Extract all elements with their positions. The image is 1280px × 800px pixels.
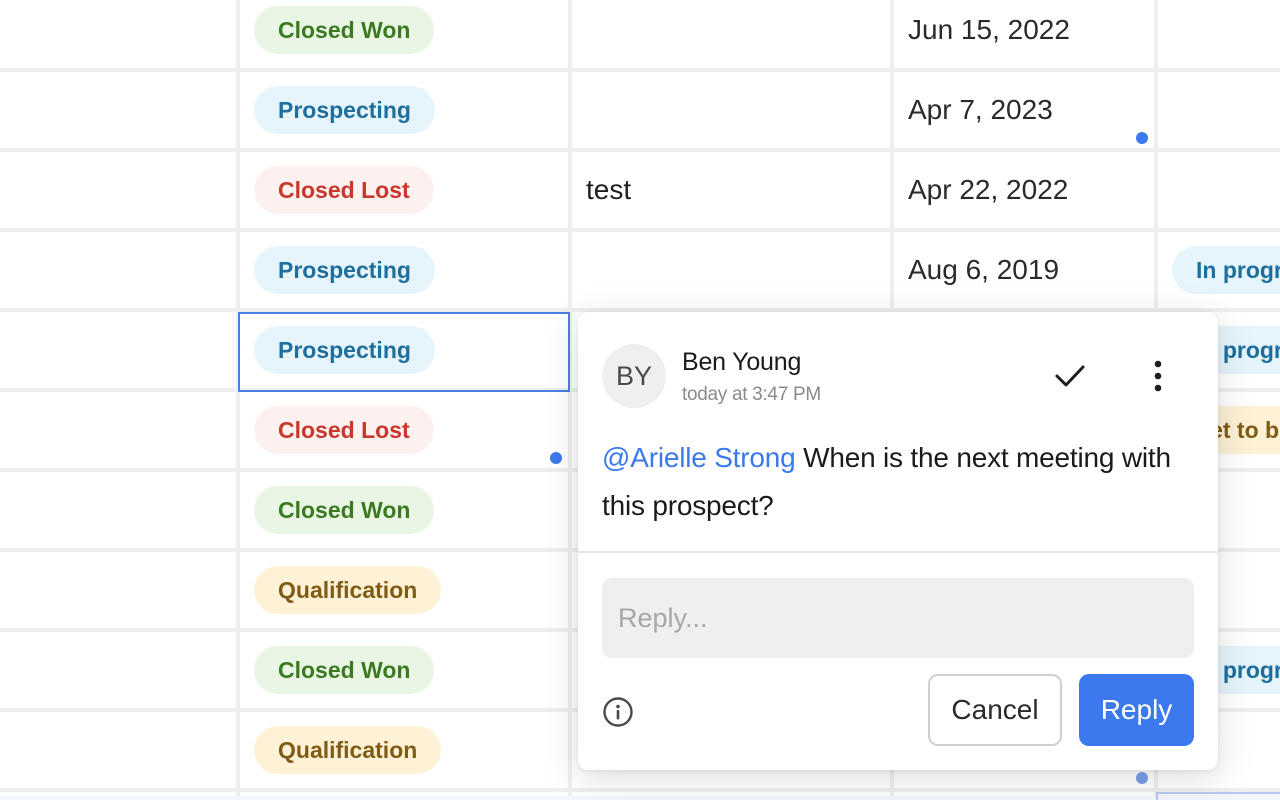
divider bbox=[578, 551, 1218, 553]
more-vertical-icon bbox=[1154, 360, 1162, 392]
table-row-partial bbox=[0, 796, 1280, 800]
info-button[interactable] bbox=[602, 696, 634, 728]
name-cell[interactable] bbox=[0, 0, 236, 68]
cancel-button[interactable]: Cancel bbox=[928, 674, 1062, 746]
notes-cell[interactable] bbox=[572, 72, 890, 148]
date-cell[interactable]: Apr 22, 2022 bbox=[894, 152, 1154, 228]
comment-popover: BY Ben Young today at 3:47 PM @Arielle S… bbox=[578, 312, 1218, 770]
check-icon bbox=[1055, 365, 1085, 387]
stage-badge: Closed Won bbox=[254, 6, 435, 54]
stage-cell[interactable]: Prospecting bbox=[240, 72, 568, 148]
comment-indicator-dot[interactable] bbox=[1136, 132, 1148, 144]
info-icon bbox=[603, 697, 633, 727]
stage-cell[interactable]: Qualification bbox=[240, 552, 568, 628]
name-cell[interactable] bbox=[0, 152, 236, 228]
table-row: Prospecting Apr 7, 2023 bbox=[0, 72, 1280, 152]
stage-cell[interactable]: Qualification bbox=[240, 712, 568, 788]
status-cell[interactable] bbox=[1158, 72, 1280, 148]
selected-cell-partial bbox=[1156, 792, 1280, 800]
avatar: BY bbox=[602, 344, 666, 408]
name-cell[interactable] bbox=[0, 552, 236, 628]
stage-badge: Closed Won bbox=[254, 486, 435, 534]
name-cell[interactable] bbox=[0, 392, 236, 468]
stage-cell[interactable]: Closed Lost bbox=[240, 152, 568, 228]
mention-link[interactable]: @Arielle Strong bbox=[602, 442, 796, 473]
stage-badge: Closed Lost bbox=[254, 166, 434, 214]
resolve-button[interactable] bbox=[1050, 356, 1090, 396]
stage-badge: Prospecting bbox=[254, 86, 435, 134]
stage-badge: Qualification bbox=[254, 726, 442, 774]
stage-badge: Prospecting bbox=[254, 326, 435, 374]
date-cell[interactable]: Aug 6, 2019 bbox=[894, 232, 1154, 308]
stage-badge: Closed Lost bbox=[254, 406, 434, 454]
name-cell[interactable] bbox=[0, 312, 236, 388]
name-cell[interactable] bbox=[0, 632, 236, 708]
notes-cell[interactable]: test bbox=[572, 152, 890, 228]
column-divider bbox=[568, 0, 572, 800]
date-cell[interactable]: Jun 15, 2022 bbox=[894, 0, 1154, 68]
stage-cell[interactable]: Closed Won bbox=[240, 632, 568, 708]
status-cell[interactable] bbox=[1158, 0, 1280, 68]
date-cell[interactable]: Apr 7, 2023 bbox=[894, 72, 1154, 148]
comment-indicator-dot[interactable] bbox=[550, 452, 562, 464]
stage-badge: Qualification bbox=[254, 566, 442, 614]
comment-indicator-dot[interactable] bbox=[1136, 772, 1148, 784]
stage-cell[interactable]: Closed Won bbox=[240, 0, 568, 68]
stage-cell[interactable]: Closed Won bbox=[240, 472, 568, 548]
reply-button[interactable]: Reply bbox=[1079, 674, 1194, 746]
name-cell[interactable] bbox=[0, 712, 236, 788]
name-cell[interactable] bbox=[0, 72, 236, 148]
stage-cell[interactable]: Closed Lost bbox=[240, 392, 568, 468]
name-cell[interactable] bbox=[0, 472, 236, 548]
name-cell[interactable] bbox=[0, 232, 236, 308]
notes-cell[interactable] bbox=[572, 232, 890, 308]
status-badge: In progress bbox=[1172, 246, 1280, 294]
stage-cell[interactable]: Prospecting bbox=[240, 312, 568, 388]
stage-badge: Prospecting bbox=[254, 246, 435, 294]
table-row: Closed Won Jun 15, 2022 bbox=[0, 0, 1280, 72]
stage-cell[interactable]: Prospecting bbox=[240, 232, 568, 308]
table-row: Prospecting Aug 6, 2019 In progress bbox=[0, 232, 1280, 312]
comment-author: Ben Young bbox=[682, 348, 802, 376]
column-divider bbox=[236, 0, 240, 800]
table-row: Closed Lost test Apr 22, 2022 bbox=[0, 152, 1280, 232]
more-options-button[interactable] bbox=[1142, 356, 1174, 396]
status-cell[interactable]: In progress bbox=[1158, 232, 1280, 308]
status-cell[interactable] bbox=[1158, 152, 1280, 228]
stage-badge: Closed Won bbox=[254, 646, 435, 694]
notes-cell[interactable] bbox=[572, 0, 890, 68]
reply-input[interactable] bbox=[602, 578, 1194, 658]
comment-timestamp: today at 3:47 PM bbox=[682, 384, 821, 405]
comment-body: @Arielle Strong When is the next meeting… bbox=[602, 434, 1192, 530]
